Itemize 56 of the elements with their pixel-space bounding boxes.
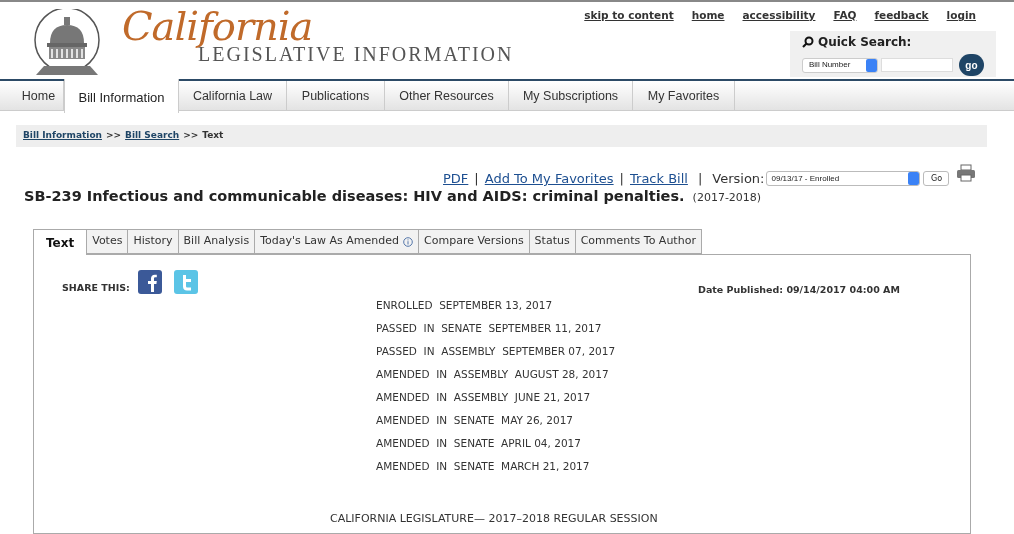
action-link[interactable]: PDF [443, 169, 469, 189]
document-tab[interactable]: Today's Law As Amended [255, 229, 420, 254]
history-entry: AMENDED IN SENATE MARCH 21, 2017 [376, 459, 591, 474]
share-label: SHARE THIS: [62, 281, 130, 295]
document-tab[interactable]: Compare Versions [419, 229, 530, 254]
action-link[interactable]: Add To My Favorites [484, 169, 614, 189]
history-entry: PASSED IN SENATE SEPTEMBER 11, 2017 [376, 321, 603, 336]
nav-tab[interactable]: Publications [287, 81, 385, 111]
nav-tab[interactable]: My Favorites [633, 81, 735, 111]
bill-number-input[interactable] [880, 58, 953, 72]
go-button[interactable]: Go [923, 171, 950, 187]
history-entry: AMENDED IN SENATE APRIL 04, 2017 [376, 436, 582, 451]
capitol-dome-logo-icon[interactable] [32, 9, 102, 75]
history-entry: PASSED IN ASSEMBLY SEPTEMBER 07, 2017 [376, 344, 616, 359]
breadcrumb-separator: >> [106, 129, 122, 143]
top-link[interactable]: login [946, 8, 976, 24]
document-tab[interactable]: Comments To Author [575, 229, 702, 254]
facebook-icon[interactable] [137, 270, 162, 295]
document-tab[interactable]: Bill Analysis [178, 229, 256, 254]
nav-tab[interactable]: Bill Information [64, 79, 179, 113]
version-select[interactable]: 09/13/17 - Enrolled [766, 171, 921, 187]
action-link[interactable]: Track Bill [630, 169, 688, 189]
top-link[interactable]: home [691, 8, 725, 24]
nav-tab[interactable]: My Subscriptions [509, 81, 633, 111]
session-text: (2017-2018) [692, 190, 762, 206]
version-label: Version: [712, 170, 765, 188]
history-entry: AMENDED IN SENATE MAY 26, 2017 [376, 413, 575, 428]
quick-search-label: Quick Search: [818, 34, 912, 51]
top-link[interactable]: accessibility [742, 8, 816, 24]
document-tab[interactable]: Votes [87, 229, 129, 254]
document-tab[interactable]: Text [33, 229, 88, 255]
separator-text: | [697, 170, 703, 188]
nav-tab[interactable]: Other Resources [385, 81, 509, 111]
history-entry: AMENDED IN ASSEMBLY AUGUST 28, 2017 [376, 367, 610, 382]
document-tab[interactable]: Status [529, 229, 576, 254]
top-link[interactable]: FAQ [833, 8, 857, 24]
date-published: Date Published: 09/14/2017 04:00 AM [698, 283, 900, 297]
nav-tab[interactable]: California Law [179, 81, 287, 111]
breadcrumb-current: Text [202, 129, 224, 143]
breadcrumb-link[interactable]: Bill Information [23, 129, 102, 143]
breadcrumb-separator: >> [183, 129, 199, 143]
go-button[interactable]: go [958, 54, 984, 76]
bill-type-select[interactable]: Bill Number [802, 57, 878, 73]
document-tab[interactable]: History [128, 229, 179, 254]
printer-icon[interactable] [956, 164, 976, 182]
history-entry: AMENDED IN ASSEMBLY JUNE 21, 2017 [376, 390, 592, 405]
session-heading: CALIFORNIA LEGISLATURE— 2017–2018 REGULAR SESSION [330, 511, 658, 527]
breadcrumb-link[interactable]: Bill Search [125, 129, 180, 143]
separator-text: | [474, 170, 479, 188]
info-icon [403, 236, 414, 247]
top-link[interactable]: feedback [874, 8, 929, 24]
search-icon [802, 36, 814, 48]
bill-title: SB-239 Infectious and communicable diseases: HIV and AIDS: criminal penalties. [24, 187, 685, 206]
history-entry: ENROLLED SEPTEMBER 13, 2017 [376, 298, 554, 313]
separator-text: | [619, 170, 624, 188]
top-link[interactable]: skip to content [584, 8, 674, 24]
